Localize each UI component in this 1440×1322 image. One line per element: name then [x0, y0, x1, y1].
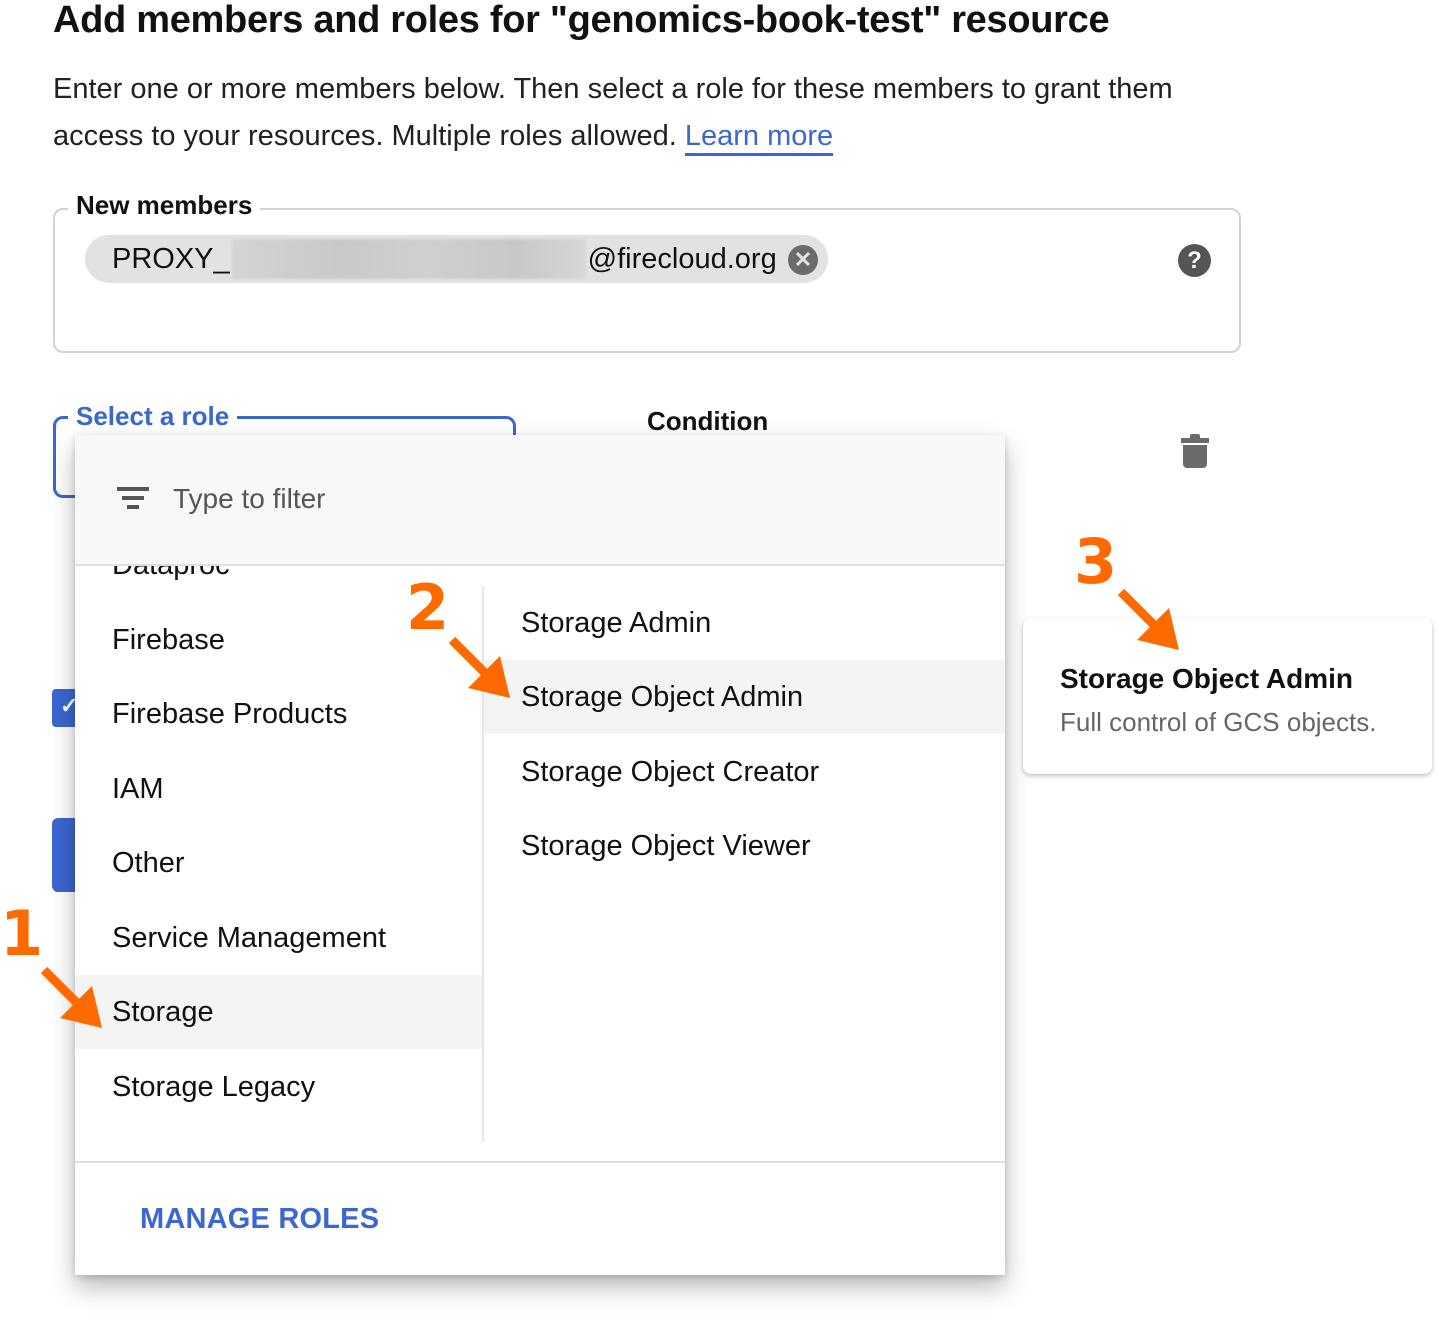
role-item[interactable]: Storage Object Creator	[484, 735, 1005, 809]
tooltip-description: Full control of GCS objects.	[1060, 707, 1377, 737]
learn-more-link[interactable]: Learn more	[684, 120, 834, 156]
member-chip-prefix: PROXY_	[112, 242, 230, 275]
category-item-active[interactable]: Storage	[75, 975, 482, 1049]
intro-text: Enter one or more members below. Then se…	[53, 66, 1253, 160]
trash-icon[interactable]	[1181, 434, 1209, 468]
redacted-text	[231, 239, 586, 279]
help-icon[interactable]: ?	[1178, 244, 1211, 277]
role-item-active[interactable]: Storage Object Admin	[484, 660, 1005, 734]
member-chip[interactable]: PROXY_ @firecloud.org ✕	[85, 235, 828, 283]
annotation-number-2: 2	[406, 571, 450, 644]
member-chip-suffix: @firecloud.org	[587, 242, 777, 275]
annotation-number-3: 3	[1074, 525, 1118, 598]
footer-divider	[75, 1161, 1005, 1163]
new-members-label: New members	[68, 189, 261, 221]
annotation-arrow-icon	[40, 966, 102, 1028]
category-item[interactable]: Service Management	[75, 901, 482, 975]
category-item[interactable]: Other	[75, 826, 482, 900]
annotation-arrow-icon	[448, 636, 510, 698]
role-item[interactable]: Storage Object Viewer	[484, 809, 1005, 883]
select-role-label: Select a role	[68, 400, 238, 432]
tooltip-title: Storage Object Admin	[1060, 663, 1354, 694]
category-item[interactable]: Storage Legacy	[75, 1050, 482, 1124]
role-item[interactable]: Storage Admin	[484, 586, 1005, 660]
annotation-number-1: 1	[0, 897, 44, 970]
category-list[interactable]: Dataproc Firebase Firebase Products IAM …	[75, 566, 482, 1166]
filter-list-icon	[117, 487, 149, 509]
filter-bar	[75, 435, 1005, 566]
role-list[interactable]: Storage Admin Storage Object Admin Stora…	[484, 586, 1005, 1146]
category-item[interactable]: Firebase Products	[75, 677, 482, 751]
condition-label: Condition	[647, 406, 769, 436]
manage-roles-button[interactable]: MANAGE ROLES	[140, 1203, 379, 1236]
role-description-tooltip: Storage Object Admin Full control of GCS…	[1023, 618, 1432, 774]
remove-member-icon[interactable]: ✕	[788, 245, 818, 275]
page-title: Add members and roles for "genomics-book…	[53, 0, 1110, 41]
filter-input[interactable]	[173, 483, 773, 515]
annotation-arrow-icon	[1117, 588, 1179, 650]
role-dropdown: Dataproc Firebase Firebase Products IAM …	[75, 435, 1005, 1275]
category-item[interactable]: IAM	[75, 752, 482, 826]
